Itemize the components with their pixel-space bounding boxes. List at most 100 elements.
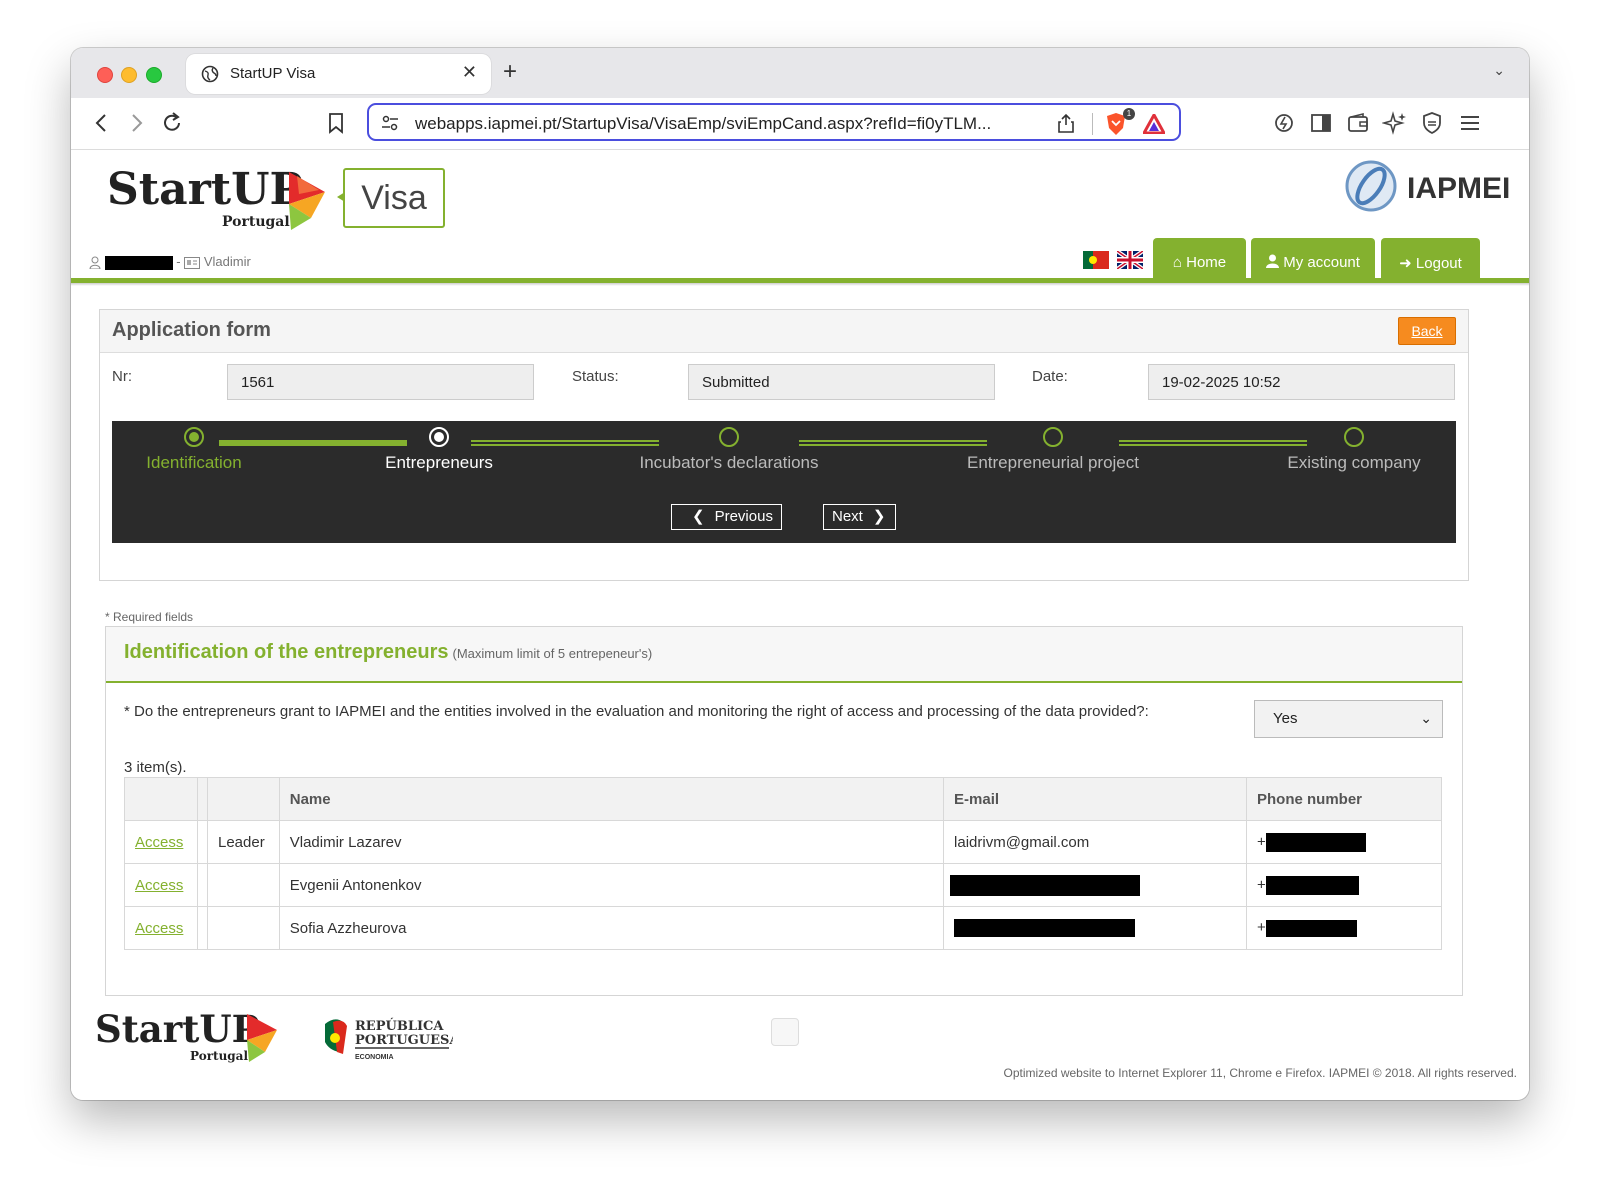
- new-tab-button[interactable]: +: [503, 58, 517, 86]
- brave-rewards-icon[interactable]: [1143, 114, 1165, 134]
- email-cell: laidrivm@gmail.com: [943, 820, 1248, 864]
- site-settings-icon[interactable]: [381, 114, 399, 132]
- step-indicator-icon: [719, 427, 739, 447]
- table-header-row: Name E-mail Phone number: [123, 777, 1442, 821]
- back-button[interactable]: Back: [1398, 317, 1456, 345]
- access-link[interactable]: Access: [135, 920, 183, 937]
- redacted-email: [954, 919, 1136, 938]
- close-window-button[interactable]: [97, 67, 113, 83]
- vpn-shield-icon[interactable]: [1419, 110, 1445, 136]
- panel-header: Application form Back: [100, 310, 1468, 353]
- chevron-down-icon: ⌄: [1420, 710, 1432, 726]
- column-header-name[interactable]: Name: [278, 777, 945, 821]
- reload-icon[interactable]: [159, 110, 185, 136]
- home-label: Home: [1186, 254, 1227, 271]
- entrepreneurs-panel: Identification of the entrepreneurs (Maxi…: [105, 626, 1463, 996]
- step-indicator-icon: [184, 427, 204, 447]
- footer-logo-text: StartUP: [95, 1008, 259, 1051]
- column-header: [207, 777, 280, 821]
- entrepreneurs-subtitle: (Maximum limit of 5 entrepeneur's): [452, 646, 653, 661]
- data-consent-value: Yes: [1273, 710, 1298, 727]
- previous-button[interactable]: ❮ Previous: [671, 504, 782, 530]
- wallet-icon[interactable]: [1345, 110, 1371, 136]
- step-incubator-declarations[interactable]: Incubator's declarations: [629, 427, 829, 473]
- logout-icon: ➜: [1399, 255, 1412, 272]
- step-indicator-icon: [429, 427, 449, 447]
- next-button[interactable]: Next ❯: [823, 504, 896, 530]
- logo-portugal-text: Portugal: [222, 214, 290, 230]
- logout-button[interactable]: ➜ Logout: [1381, 238, 1480, 278]
- logout-label: Logout: [1415, 255, 1462, 272]
- sparkle-icon[interactable]: [1382, 110, 1408, 136]
- footer-placeholder-box: [771, 1018, 799, 1046]
- entrepreneurs-title-text: Identification of the entrepreneurs: [124, 641, 449, 663]
- url-text[interactable]: webapps.iapmei.pt/StartupVisa/VisaEmp/sv…: [415, 114, 991, 134]
- name-cell: Vladimir Lazarev: [278, 820, 945, 864]
- home-icon: ⌂: [1172, 254, 1182, 271]
- step-indicator-icon: [1344, 427, 1364, 447]
- startup-portugal-logo[interactable]: StartUP Portugal: [107, 164, 337, 239]
- redacted-phone: [1265, 919, 1357, 937]
- uk-flag-icon[interactable]: [1116, 249, 1145, 271]
- address-bar[interactable]: webapps.iapmei.pt/StartupVisa/VisaEmp/sv…: [367, 103, 1181, 141]
- table-cell: Access: [123, 820, 199, 864]
- status-label: Status:: [572, 368, 619, 385]
- republica-portuguesa-logo[interactable]: REPÚBLICA PORTUGUESA ECONOMIA: [321, 1012, 453, 1062]
- user-name: Vladimir: [203, 254, 251, 269]
- redacted-phone: [1265, 832, 1366, 852]
- chevron-right-icon: ❯: [872, 508, 886, 525]
- bookmark-icon[interactable]: [323, 110, 349, 136]
- phone-prefix: +: [1257, 919, 1266, 937]
- data-consent-select[interactable]: Yes ⌄: [1254, 700, 1443, 738]
- table-row: Access Sofia Azzheurova +: [123, 906, 1442, 950]
- maximize-window-button[interactable]: [146, 67, 162, 83]
- tab-close-icon[interactable]: ✕: [462, 62, 477, 83]
- column-header-email[interactable]: E-mail: [943, 777, 1248, 821]
- visa-label-box: Visa: [343, 168, 445, 228]
- access-link[interactable]: Access: [135, 834, 183, 851]
- portuguese-flag-icon[interactable]: [1083, 251, 1109, 269]
- leo-ai-icon[interactable]: [1271, 110, 1297, 136]
- required-fields-note: * Required fields: [105, 610, 194, 624]
- home-button[interactable]: ⌂ Home: [1153, 238, 1246, 278]
- entrepreneurs-header: Identification of the entrepreneurs (Maxi…: [106, 627, 1462, 683]
- language-flags: [1083, 249, 1145, 274]
- share-icon[interactable]: [1057, 113, 1075, 133]
- republica-line2: PORTUGUESA: [355, 1033, 453, 1048]
- menu-icon[interactable]: [1457, 110, 1483, 136]
- step-entrepreneurial-project[interactable]: Entrepreneurial project: [958, 427, 1148, 473]
- my-account-button[interactable]: My account: [1251, 238, 1375, 278]
- web-page: StartUP Portugal Visa IAPMEI - Vladimir …: [71, 150, 1529, 1100]
- step-label: Entrepreneurial project: [967, 453, 1139, 472]
- footer-startup-logo[interactable]: StartUP Portugal: [95, 1008, 285, 1066]
- browser-tab[interactable]: StartUP Visa ✕: [186, 54, 491, 94]
- application-form-panel: Application form Back Nr: 1561 Status: S…: [99, 309, 1469, 581]
- tab-list-chevron-icon[interactable]: ⌄: [1493, 62, 1505, 79]
- browser-window: StartUP Visa ✕ + ⌄ webapps.iapmei.pt/Sta…: [71, 48, 1529, 1100]
- table-cell: Access: [123, 906, 199, 950]
- minimize-window-button[interactable]: [121, 67, 137, 83]
- status-field: Submitted: [688, 364, 995, 400]
- column-header-phone[interactable]: Phone number: [1246, 777, 1442, 821]
- next-label: Next: [832, 508, 863, 525]
- forward-icon[interactable]: [123, 110, 149, 136]
- republica-line1: REPÚBLICA: [355, 1017, 444, 1034]
- user-icon: [1266, 254, 1280, 268]
- my-account-label: My account: [1283, 254, 1360, 271]
- iapmei-logo[interactable]: IAPMEI: [1345, 156, 1517, 221]
- page-footer: StartUP Portugal REPÚBLICA PORTUGUESA EC…: [71, 1004, 1529, 1100]
- access-link[interactable]: Access: [135, 877, 183, 894]
- back-icon[interactable]: [89, 110, 115, 136]
- step-identification[interactable]: Identification: [134, 427, 254, 473]
- redacted-user-id: [104, 255, 173, 270]
- phone-cell: +: [1246, 820, 1442, 864]
- tab-bar: StartUP Visa ✕ + ⌄: [71, 48, 1529, 98]
- phone-prefix: +: [1257, 832, 1266, 850]
- column-header: [123, 777, 199, 821]
- step-existing-company[interactable]: Existing company: [1279, 427, 1429, 473]
- step-label: Identification: [146, 453, 242, 472]
- sidebar-icon[interactable]: [1308, 110, 1334, 136]
- phone-prefix: +: [1257, 875, 1266, 893]
- step-entrepreneurs[interactable]: Entrepreneurs: [374, 427, 504, 473]
- user-info: - Vladimir: [89, 254, 251, 270]
